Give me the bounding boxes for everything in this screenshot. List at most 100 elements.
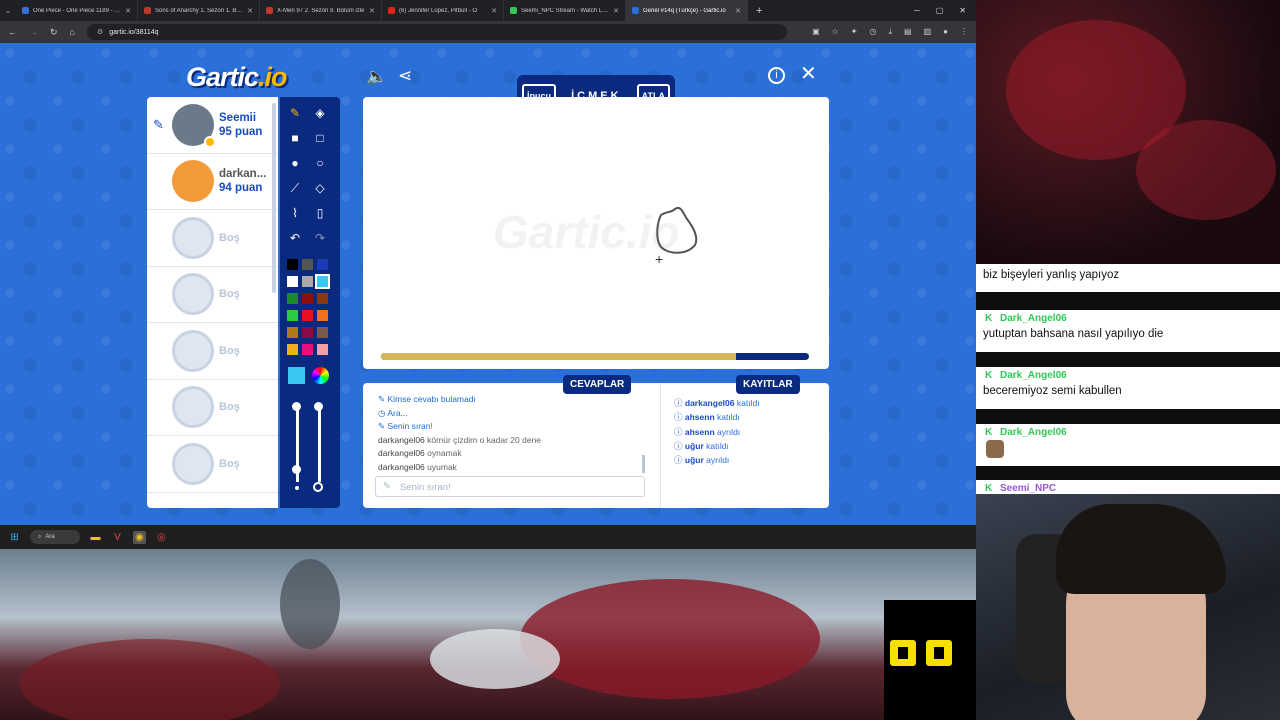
answers-scrollbar[interactable] <box>642 455 645 473</box>
answer-input[interactable]: ✎ Senin sıran! <box>375 476 645 497</box>
color-swatch[interactable] <box>287 259 298 270</box>
browser-tab[interactable]: Seemi_NPC Stream - Watch Live ✕ <box>504 0 626 21</box>
chat-message: Seemi_NPC <box>976 480 1280 494</box>
app-icon[interactable]: ◎ <box>155 531 168 544</box>
opacity-min-icon <box>313 482 323 492</box>
reload-icon[interactable]: ↻ <box>50 27 58 38</box>
color-swatch[interactable] <box>302 276 313 287</box>
color-swatch[interactable] <box>317 344 328 355</box>
color-swatch[interactable] <box>302 344 313 355</box>
system-message: ◷ Ara... <box>378 407 541 421</box>
eraser-icon[interactable]: ◇ <box>311 179 329 197</box>
tab-favicon-icon <box>632 7 639 14</box>
windows-start-icon[interactable]: ⊞ <box>8 531 21 544</box>
history-icon[interactable]: ◷ <box>870 27 877 37</box>
logs-tab[interactable]: KAYITLAR <box>736 375 800 394</box>
bookmark-star-icon[interactable]: ☆ <box>832 27 839 37</box>
new-tab-button[interactable]: + <box>748 5 762 17</box>
back-icon[interactable]: ← <box>8 27 17 37</box>
log-user: darkangel06 <box>684 398 735 408</box>
extensions-icon[interactable]: ✦ <box>851 27 858 37</box>
browser-tab[interactable]: One Piece - One Piece 1189 - Tü ✕ <box>16 0 138 21</box>
home-icon[interactable]: ⌂ <box>70 27 75 37</box>
url-field[interactable]: ⚙ gartic.io/38114q <box>86 24 787 40</box>
translate-icon[interactable]: ▣ <box>812 27 820 37</box>
sidebar-icon[interactable]: ▥ <box>924 27 932 37</box>
color-swatch[interactable] <box>287 344 298 355</box>
player-score: 94 puan <box>219 182 263 195</box>
system-message-text: Senin sıran! <box>387 421 433 431</box>
page-icon[interactable]: ▯ <box>311 204 329 222</box>
tab-close-icon[interactable]: ✕ <box>613 7 619 15</box>
log-action: ayrıldı <box>706 455 730 466</box>
close-window-icon[interactable]: ✕ <box>959 6 966 15</box>
taskbar-search-label: Ara <box>45 534 55 540</box>
browser-tab[interactable]: (6) Jennifer Lopez, Pitbull - O ✕ <box>382 0 504 21</box>
tab-close-icon[interactable]: ✕ <box>247 7 253 15</box>
filled-circle-icon[interactable]: ● <box>286 154 304 172</box>
tab-search-icon[interactable]: ⌄ <box>0 6 16 15</box>
opacity-slider[interactable] <box>318 407 321 482</box>
maximize-icon[interactable]: ▢ <box>936 6 944 15</box>
color-swatch[interactable] <box>287 293 298 304</box>
player-slot: ✎ Seemii 95 puan <box>147 97 278 154</box>
browser-tab[interactable]: X-Men 97 2. Sezon 8. Bölüm izle ✕ <box>260 0 382 21</box>
color-swatch[interactable] <box>287 327 298 338</box>
browser-tab[interactable]: Genel #14q (Türkçe) - Gartic.io ✕ <box>626 0 748 21</box>
color-swatch[interactable] <box>287 310 298 321</box>
color-swatch[interactable] <box>287 276 298 287</box>
site-info-icon[interactable]: ⚙ <box>97 28 103 36</box>
undo-icon[interactable]: ↶ <box>286 229 304 247</box>
filled-rect-icon[interactable]: ■ <box>286 129 304 147</box>
redo-icon[interactable]: ↷ <box>311 229 329 247</box>
share-icon[interactable]: ⋖ <box>398 67 412 85</box>
color-swatch[interactable] <box>317 327 328 338</box>
tab-close-icon[interactable]: ✕ <box>369 7 375 15</box>
brush-size-handle-small[interactable] <box>292 465 301 474</box>
log-entry: ⓘ uğur ayrıldı <box>674 453 760 467</box>
answers-tab[interactable]: CEVAPLAR <box>563 375 632 394</box>
color-swatch[interactable] <box>317 259 328 270</box>
eyedropper-icon[interactable]: ⌇ <box>286 204 304 222</box>
drawing-canvas[interactable]: Gartic.io + <box>363 97 829 369</box>
size-min-icon <box>295 486 299 490</box>
tab-groups-icon[interactable]: ▤ <box>904 27 912 37</box>
sound-icon[interactable]: 🔈 <box>366 68 387 86</box>
color-picker-icon[interactable] <box>312 367 329 384</box>
info-circle-icon: ⓘ <box>674 412 685 423</box>
profile-avatar[interactable]: ● <box>943 27 948 37</box>
circle-outline-icon[interactable]: ○ <box>311 154 329 172</box>
minimize-icon[interactable]: ─ <box>914 6 920 15</box>
opacity-handle[interactable] <box>314 402 323 411</box>
chat-text: beceremiyoz semi kabullen <box>983 385 1122 397</box>
answer-placeholder: Senin sıran! <box>400 482 451 493</box>
brush-size-handle[interactable] <box>292 402 301 411</box>
color-swatch[interactable] <box>315 274 330 289</box>
color-swatch[interactable] <box>302 293 313 304</box>
tab-close-icon[interactable]: ✕ <box>125 7 131 15</box>
forward-icon[interactable]: → <box>29 27 38 37</box>
download-icon[interactable]: ⤓ <box>888 27 892 37</box>
pencil-icon[interactable]: ✎ <box>286 104 304 122</box>
gartic-logo: Gartic.io <box>186 62 288 92</box>
color-swatch[interactable] <box>302 310 313 321</box>
file-explorer-icon[interactable]: ▬ <box>89 531 102 544</box>
valorant-icon[interactable]: V <box>111 531 124 544</box>
browser-tab[interactable]: Sons of Anarchy 1. Sezon 1. Bölü ✕ <box>138 0 260 21</box>
tab-close-icon[interactable]: ✕ <box>491 7 497 15</box>
line-icon[interactable]: ⟋ <box>286 179 304 197</box>
color-swatch[interactable] <box>302 327 313 338</box>
current-color <box>288 367 305 384</box>
info-icon[interactable]: i <box>768 67 785 84</box>
fill-bucket-icon[interactable]: ◈ <box>311 104 329 122</box>
rect-outline-icon[interactable]: □ <box>311 129 329 147</box>
chrome-icon[interactable]: ◉ <box>133 530 146 544</box>
player-list-scrollbar[interactable] <box>272 103 276 293</box>
menu-icon[interactable]: ⋮ <box>960 27 968 37</box>
color-swatch[interactable] <box>317 310 328 321</box>
color-swatch[interactable] <box>317 293 328 304</box>
tab-close-icon[interactable]: ✕ <box>735 7 741 15</box>
color-swatch[interactable] <box>302 259 313 270</box>
taskbar-search[interactable]: ⌕ Ara <box>30 530 80 544</box>
close-game-icon[interactable]: ✕ <box>800 64 817 84</box>
